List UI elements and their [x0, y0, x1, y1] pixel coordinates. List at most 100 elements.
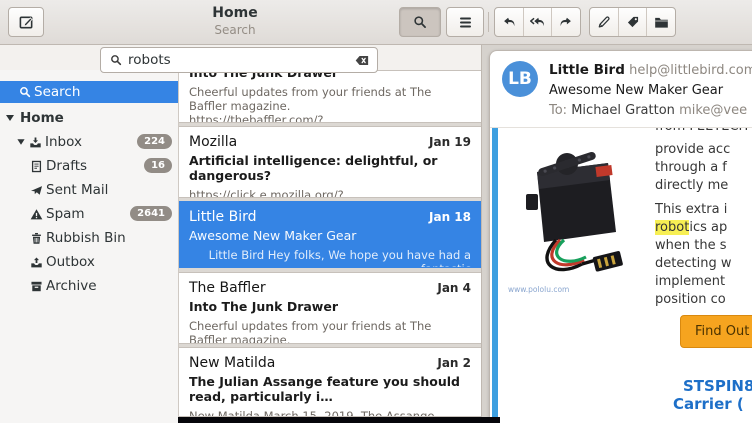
search-toggle-button[interactable]	[399, 7, 441, 37]
sidebar-item-label: Sent Mail	[46, 182, 108, 198]
menu-button[interactable]	[446, 7, 484, 37]
compose-button[interactable]	[8, 7, 44, 37]
message-date: Jan 4	[437, 281, 471, 295]
body-line-highlighted: robotics ap	[655, 219, 752, 237]
clipped-body-line: from FEETECH	[655, 128, 752, 136]
to-label: To:	[549, 103, 567, 118]
message-preview: Cheerful updates from your friends at Th…	[189, 319, 471, 344]
inbox-icon	[29, 136, 42, 149]
organize-toolbar-group	[589, 7, 676, 37]
sidebar-item-label: Search	[34, 84, 80, 100]
message-sender: New Matilda	[189, 355, 437, 371]
message-date: Jan 19	[429, 135, 471, 149]
sidebar-item-drafts[interactable]: Drafts 16	[0, 155, 178, 177]
forward-button[interactable]	[552, 8, 580, 36]
find-out-more-button[interactable]: Find Out	[680, 315, 752, 348]
message-subject: Awesome New Maker Gear	[189, 228, 471, 243]
folder-sidebar: Search Home Inbox 224 Drafts 16 Sent	[0, 70, 179, 423]
hamburger-menu-icon	[459, 17, 472, 28]
mail-app-window: Home Search	[0, 0, 752, 423]
outbox-icon	[30, 256, 43, 269]
bottom-black-bar	[178, 417, 500, 423]
unread-count-badge: 16	[144, 158, 172, 173]
message-date: Jan 2	[437, 356, 471, 370]
list-item-mozilla[interactable]: Mozilla Jan 19 Artificial intelligence: …	[179, 126, 481, 198]
message-date: Jan 18	[429, 210, 471, 224]
message-subject: Artificial intelligence: delightful, or …	[189, 153, 471, 183]
unread-count-badge: 224	[137, 134, 172, 149]
avatar: LB	[502, 61, 538, 97]
message-preview: Cheerful updates from your friends at Th…	[189, 85, 471, 113]
sidebar-item-outbox[interactable]: Outbox	[0, 251, 178, 273]
body-line: when the s	[655, 237, 752, 255]
list-item-little-bird-selected[interactable]: Little Bird Jan 18 Awesome New Maker Gea…	[179, 201, 481, 268]
mark-pen-icon[interactable]	[590, 8, 619, 36]
reply-all-button[interactable]	[524, 8, 553, 36]
product-link-line1[interactable]: STSPIN8	[683, 377, 752, 395]
sidebar-account-home[interactable]: Home	[0, 107, 178, 129]
to-email: mike@vee	[679, 103, 747, 118]
to-name: Michael Gratton	[571, 103, 675, 118]
message-subject: The Julian Assange feature you should re…	[189, 374, 471, 404]
email-card: LB Little Bird help@littlebird.com Aweso…	[489, 50, 752, 423]
newsletter-left-border	[492, 128, 498, 423]
sidebar-item-rubbish-bin[interactable]: Rubbish Bin	[0, 227, 178, 249]
expander-down-icon[interactable]	[17, 139, 24, 144]
image-watermark: www.pololu.com	[508, 285, 569, 294]
page-title: Home	[130, 5, 340, 23]
message-sender: Little Bird	[189, 209, 429, 225]
compose-icon	[19, 15, 34, 30]
label-tag-icon[interactable]	[619, 8, 648, 36]
body-line: This extra i	[655, 201, 752, 219]
conversation-list: Into The Junk Drawer Cheerful updates fr…	[179, 44, 481, 423]
search-match-highlight: robot	[655, 220, 689, 235]
body-line: through a f	[655, 159, 752, 177]
message-subject: Into The Junk Drawer	[189, 299, 471, 314]
list-item-partial[interactable]: Into The Junk Drawer Cheerful updates fr…	[179, 70, 481, 123]
unread-count-badge: 2641	[130, 206, 172, 221]
page-subtitle: Search	[130, 23, 340, 38]
message-preview: https://click.e.mozilla.org/?	[189, 188, 471, 198]
message-preview: Little Bird Hey folks, We hope you have …	[189, 248, 471, 268]
body-line: detecting w	[655, 255, 752, 273]
sidebar-item-search[interactable]: Search	[0, 81, 178, 103]
list-item-baffler[interactable]: The Baffler Jan 4 Into The Junk Drawer C…	[179, 272, 481, 344]
sidebar-item-label: Outbox	[46, 254, 95, 270]
email-to-line: To: Michael Gratton mike@vee	[549, 103, 747, 118]
search-icon	[110, 54, 122, 66]
archive-box-icon	[30, 280, 43, 293]
sidebar-item-spam[interactable]: Spam 2641	[0, 203, 178, 225]
drafts-icon	[30, 160, 43, 173]
sidebar-item-label: Spam	[46, 206, 85, 222]
sidebar-item-inbox[interactable]: Inbox 224	[0, 131, 178, 153]
body-line: directly me	[655, 177, 752, 195]
sidebar-item-archive[interactable]: Archive	[0, 275, 178, 297]
clear-search-icon[interactable]	[355, 55, 369, 66]
list-item-new-matilda[interactable]: New Matilda Jan 2 The Julian Assange fea…	[179, 347, 481, 417]
spam-warning-icon	[30, 208, 43, 221]
servo-product-image	[504, 136, 644, 281]
move-to-folder-icon[interactable]	[647, 8, 675, 36]
header-bar: Home Search	[0, 0, 752, 45]
sidebar-item-label: Drafts	[46, 158, 87, 174]
window-title: Home Search	[130, 5, 340, 38]
email-subject: Awesome New Maker Gear	[549, 83, 723, 98]
message-preview: https://thebaffler.com/?utm_source=Baffl…	[189, 113, 471, 123]
search-query-text: robots	[128, 52, 355, 68]
body-line: provide acc	[655, 141, 752, 159]
expander-down-icon[interactable]	[6, 115, 14, 121]
body-line: implement	[655, 273, 752, 291]
sidebar-item-label: Archive	[46, 278, 97, 294]
message-sender: The Baffler	[189, 280, 437, 296]
reply-toolbar-group	[494, 7, 581, 37]
reply-button[interactable]	[495, 8, 524, 36]
sender-name: Little Bird	[549, 62, 625, 78]
message-preview: New Matilda March 15, 2019. The Assange …	[189, 409, 471, 417]
product-link-line2[interactable]: Carrier (	[673, 395, 744, 413]
search-input[interactable]: robots	[100, 47, 378, 73]
sidebar-item-sent-mail[interactable]: Sent Mail	[0, 179, 178, 201]
email-sender-line: Little Bird help@littlebird.com	[549, 62, 752, 78]
sender-email: help@littlebird.com	[629, 63, 752, 78]
email-body-text: from FEETECH provide acc through a f dir…	[655, 128, 752, 309]
toolbar-separator	[488, 12, 489, 32]
